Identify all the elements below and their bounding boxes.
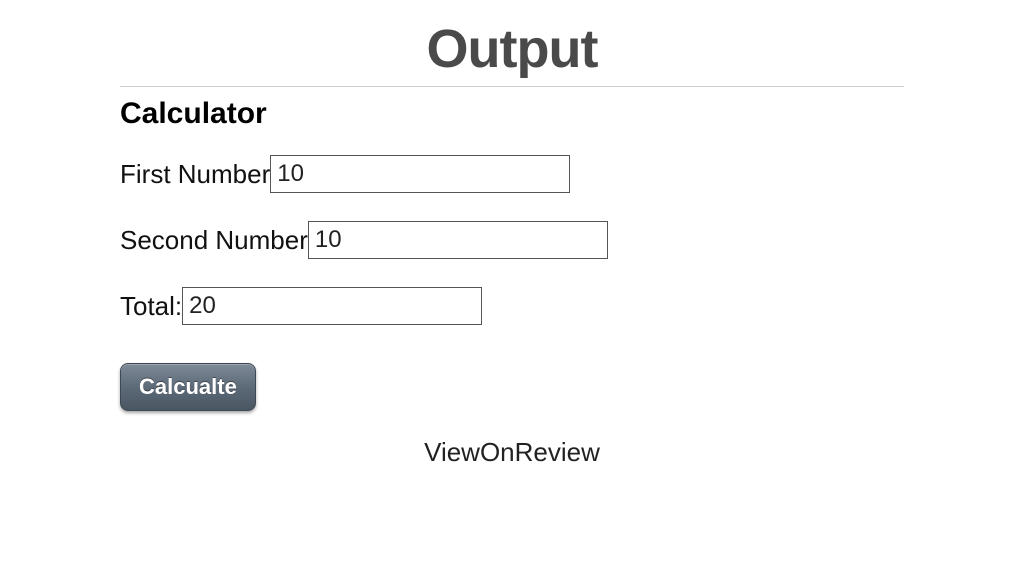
calculate-button[interactable]: Calcualte bbox=[120, 363, 256, 411]
footer-text: ViewOnReview bbox=[120, 437, 904, 468]
divider bbox=[120, 86, 904, 87]
total-input[interactable] bbox=[182, 287, 482, 325]
first-number-row: First Number bbox=[120, 155, 904, 193]
total-row: Total: bbox=[120, 287, 904, 325]
first-number-label: First Number bbox=[120, 159, 270, 190]
section-heading: Calculator bbox=[120, 97, 904, 131]
first-number-input[interactable] bbox=[270, 155, 570, 193]
page-title: Output bbox=[120, 18, 904, 80]
second-number-input[interactable] bbox=[308, 221, 608, 259]
page-container: Output Calculator First Number Second Nu… bbox=[0, 0, 1024, 468]
second-number-label: Second Number bbox=[120, 225, 308, 256]
second-number-row: Second Number bbox=[120, 221, 904, 259]
total-label: Total: bbox=[120, 291, 182, 322]
